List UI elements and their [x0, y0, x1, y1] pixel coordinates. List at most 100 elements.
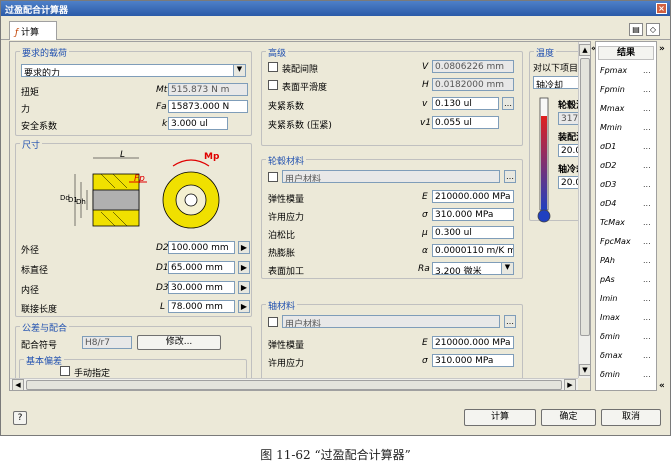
more-icon[interactable]: …: [504, 170, 516, 183]
result-item-value: ...: [643, 85, 651, 94]
result-item-label: σD3: [600, 180, 617, 189]
assembly-clearance-checkbox[interactable]: [268, 62, 278, 72]
vertical-scrollbar[interactable]: ▲ ▼: [578, 42, 590, 378]
hub-surface-finish-label: 表面加工: [268, 267, 305, 277]
scroll-thumb[interactable]: [580, 58, 590, 336]
hub-user-material-field[interactable]: 用户材料: [282, 170, 500, 183]
result-item-value: ...: [643, 180, 651, 189]
window-title: 过盈配合计算器: [5, 6, 69, 16]
outer-diameter-field[interactable]: 100.000 mm: [168, 241, 235, 254]
hub-thermal-field[interactable]: 0.0000110 m/K m: [432, 244, 514, 257]
inner-diameter-label: 内径: [21, 286, 40, 296]
clamp-factor-symbol: v: [422, 99, 428, 109]
tab-calculation-label: 计算: [21, 28, 40, 38]
result-item-label: σD4: [600, 199, 617, 208]
result-item-label: Imin: [600, 294, 618, 303]
safety-factor-label: 安全系数: [21, 122, 58, 132]
clamp-factor-label: 夹紧系数: [268, 102, 305, 112]
fit-code-label: 配合符号: [21, 341, 58, 351]
clamp-factor-field[interactable]: 0.130 ul: [432, 97, 499, 110]
shaft-elastic-modulus-field[interactable]: 210000.000 MPa: [432, 336, 514, 349]
result-item-value: ...: [643, 351, 651, 360]
shaft-user-material-checkbox[interactable]: [268, 317, 278, 327]
tolerance-fit-group-title: 公差与配合: [20, 321, 70, 334]
hub-allowable-stress-field[interactable]: 310.000 MPa: [432, 208, 514, 221]
fit-code-field[interactable]: H8/r7: [82, 336, 132, 349]
arrow-right-icon[interactable]: ▶: [238, 281, 250, 294]
clamp-factor-press-field[interactable]: 0.055 ul: [432, 116, 499, 129]
hub-poisson-symbol: μ: [422, 228, 428, 238]
figure-caption: 图 11-62 “过盈配合计算器”: [260, 448, 411, 462]
clamp-factor-press-label: 夹紧系数 (压紧): [268, 121, 332, 131]
surface-smoothness-checkbox[interactable]: [268, 80, 278, 90]
result-item-value: ...: [643, 123, 651, 132]
diagram-label-Fp: Fp: [134, 174, 145, 184]
expand-icon[interactable]: »: [659, 44, 665, 54]
arrow-right-icon[interactable]: ▶: [238, 300, 250, 313]
more-icon[interactable]: …: [504, 315, 516, 328]
tab-calculation[interactable]: ƒ 计算: [9, 21, 57, 40]
hub-poisson-field[interactable]: 0.300 ul: [432, 226, 514, 239]
shaft-allowable-stress-symbol: σ: [422, 356, 428, 366]
force-label: 力: [21, 105, 31, 115]
dimensions-group: 尺寸 L Mp Fp Dd D1 Dh 外径 D2 100.000 mm ▶ 标…: [15, 138, 252, 317]
eraser-icon[interactable]: ◇: [646, 23, 660, 36]
nominal-diameter-field[interactable]: 65.000 mm: [168, 261, 235, 274]
modify-button[interactable]: 修改...: [137, 335, 221, 350]
close-icon[interactable]: ×: [656, 3, 667, 14]
hub-surface-finish-select[interactable]: 3.200 微米 ▼: [432, 262, 514, 275]
shaft-user-material-field[interactable]: 用户材料: [282, 315, 500, 328]
hub-user-material-checkbox[interactable]: [268, 172, 278, 182]
force-symbol: Fa: [156, 102, 167, 112]
torque-field[interactable]: 515.873 N m: [168, 83, 248, 96]
result-item-label: pAs: [600, 275, 615, 284]
scroll-left-icon[interactable]: ◀: [12, 379, 24, 390]
inner-diameter-symbol: D3: [156, 283, 169, 293]
scroll-down-icon[interactable]: ▼: [579, 364, 590, 376]
horizontal-scrollbar[interactable]: ◀ ▶: [10, 378, 578, 390]
dimensions-group-title: 尺寸: [20, 138, 43, 151]
basic-deviation-title: 基本偏差: [24, 354, 65, 367]
dialog-window: 过盈配合计算器 × ƒ 计算 ▤ ◇ 要求的载荷 要求的力 ▼ 扭矩 Mt 51…: [0, 0, 671, 436]
safety-factor-field[interactable]: 3.000 ul: [168, 117, 228, 130]
result-item-label: Fpmax: [600, 66, 628, 75]
result-item-value: ...: [643, 275, 651, 284]
force-field[interactable]: 15873.000 N: [168, 100, 248, 113]
result-item-label: σD1: [600, 142, 617, 151]
calculate-button[interactable]: 计算: [464, 409, 536, 426]
arrow-right-icon[interactable]: ▶: [238, 261, 250, 274]
calc-tab-icon: ƒ: [15, 28, 19, 38]
scroll-right-icon[interactable]: ▶: [564, 379, 576, 390]
load-type-select[interactable]: 要求的力 ▼: [21, 64, 246, 77]
ok-button[interactable]: 确定: [541, 409, 596, 426]
outer-diameter-symbol: D2: [156, 243, 169, 253]
arrow-right-icon[interactable]: ▶: [238, 241, 250, 254]
assembly-clearance-field[interactable]: 0.0806226 mm: [432, 60, 514, 73]
more-icon[interactable]: …: [502, 97, 514, 110]
surface-smoothness-field[interactable]: 0.0182000 mm: [432, 78, 514, 91]
joint-length-field[interactable]: 78.000 mm: [168, 300, 235, 313]
shaft-allowable-stress-field[interactable]: 310.000 MPa: [432, 354, 514, 367]
scroll-h-thumb[interactable]: [26, 380, 562, 390]
hub-elastic-modulus-field[interactable]: 210000.000 MPa: [432, 190, 514, 203]
result-item-value: ...: [643, 199, 651, 208]
shaft-elastic-modulus-symbol: E: [422, 338, 428, 348]
diagram-label-Mp: Mp: [204, 152, 220, 162]
save-icon[interactable]: ▤: [629, 23, 643, 36]
hub-poisson-label: 泊松比: [268, 231, 296, 241]
inner-diameter-field[interactable]: 30.000 mm: [168, 281, 235, 294]
nominal-diameter-symbol: D1: [156, 263, 169, 273]
cancel-button[interactable]: 取消: [601, 409, 661, 426]
temperature-group-title: 温度: [534, 46, 557, 59]
manual-checkbox[interactable]: [60, 366, 70, 376]
expand-bottom-icon[interactable]: «: [659, 381, 665, 391]
shaft-elastic-modulus-label: 弹性模量: [268, 341, 305, 351]
assembly-clearance-label: 装配间隙: [282, 65, 319, 75]
tab-row: ƒ 计算 ▤ ◇: [1, 16, 670, 40]
hub-elastic-modulus-label: 弹性模量: [268, 195, 305, 205]
help-button[interactable]: ?: [13, 411, 27, 425]
joint-length-symbol: L: [160, 302, 166, 312]
chevron-down-icon: ▼: [233, 65, 245, 76]
load-group-title: 要求的载荷: [20, 46, 70, 59]
scroll-up-icon[interactable]: ▲: [579, 44, 590, 56]
